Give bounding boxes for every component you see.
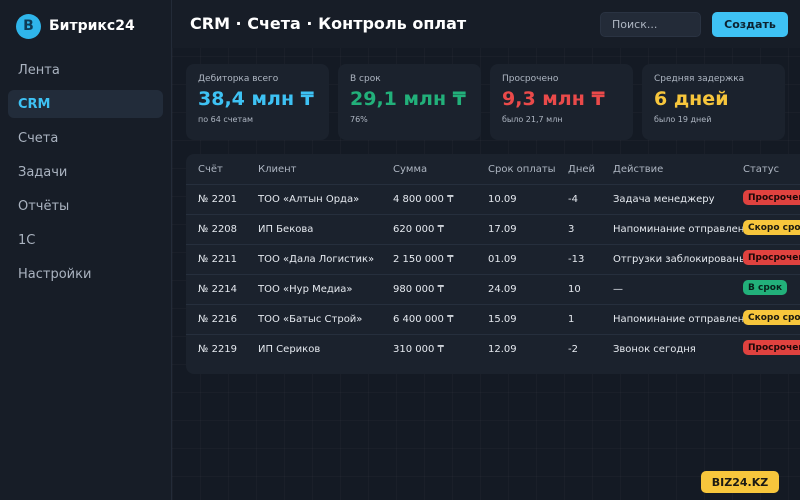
kpi-card: В срок 29,1 млн ₸ 76% [338, 64, 481, 140]
kpi-value: 29,1 млн ₸ [350, 88, 466, 110]
sidebar-item[interactable]: Лента [8, 56, 163, 84]
kpi-label: В срок [350, 74, 381, 84]
kpi-subtext: было 21,7 млн [502, 115, 563, 124]
cell-amount: 980 000 ₸ [393, 284, 444, 295]
cell-invoice: № 2216 [198, 314, 238, 325]
sidebar: B Битрикс24 Лента CRM Счета Задачи Отчёты 1С Н… [0, 0, 172, 500]
cell-due: 01.09 [488, 254, 517, 265]
cell-days: 10 [568, 284, 581, 295]
table-row[interactable]: № 2211 ТОО «Дала Логистик» 2 150 000 ₸ 01.0… [186, 244, 800, 274]
table-row[interactable]: № 2216 ТОО «Батыс Строй» 6 400 000 ₸ 15.09 1… [186, 304, 800, 334]
kpi-subtext: было 19 дней [654, 115, 712, 124]
cell-due: 10.09 [488, 194, 517, 205]
cell-action: Напоминание отправлено [613, 224, 743, 235]
column-header: Клиент [258, 164, 297, 175]
sidebar-item-label: Счета [18, 130, 59, 146]
cell-amount: 2 150 000 ₸ [393, 254, 454, 265]
cell-amount: 310 000 ₸ [393, 344, 444, 355]
cell-invoice: № 2219 [198, 344, 238, 355]
page-title: CRM · Счета · Контроль оплат [190, 14, 467, 33]
column-header: Дней [568, 164, 596, 175]
sidebar-item[interactable]: Отчёты [8, 192, 163, 220]
kpi-label: Средняя задержка [654, 74, 745, 84]
status-badge: Просрочен [743, 250, 800, 265]
cell-invoice: № 2211 [198, 254, 238, 265]
cell-days: -2 [568, 344, 578, 355]
sidebar-item[interactable]: CRM [8, 90, 163, 118]
sidebar-item[interactable]: Настройки [8, 260, 163, 288]
table-row[interactable]: № 2219 ИП Сериков 310 000 ₸ 12.09 -2 Звонок с… [186, 334, 800, 364]
sidebar-item-label: Отчёты [18, 198, 70, 214]
cell-action: Отгрузки заблокированы [613, 254, 743, 265]
cell-due: 17.09 [488, 224, 517, 235]
kpi-card: Просрочено 9,3 млн ₸ было 21,7 млн [490, 64, 633, 140]
cell-days: -4 [568, 194, 578, 205]
cell-days: -13 [568, 254, 585, 265]
cell-days: 1 [568, 314, 575, 325]
kpi-label: Просрочено [502, 74, 559, 84]
kpi-subtext: 76% [350, 115, 368, 124]
column-header: Срок оплаты [488, 164, 556, 175]
kpi-card: Средняя задержка 6 дней было 19 дней [642, 64, 785, 140]
status-badge: Скоро срок [743, 220, 800, 235]
cell-client: ТОО «Алтын Орда» [258, 194, 360, 205]
sidebar-item-label: CRM [18, 96, 51, 112]
cell-invoice: № 2201 [198, 194, 238, 205]
sidebar-nav: Лента CRM Счета Задачи Отчёты 1С Настройки [8, 56, 163, 294]
create-button[interactable]: Создать [712, 12, 788, 37]
cell-client: ИП Бекова [258, 224, 314, 235]
table-row[interactable]: № 2208 ИП Бекова 620 000 ₸ 17.09 3 Напоминани… [186, 214, 800, 244]
invoices-table: Счёт Клиент Сумма Срок оплаты Дней Действие Ст… [186, 154, 800, 374]
bitrix-logo-icon: B [16, 13, 41, 39]
kpi-value: 6 дней [654, 88, 729, 110]
column-header: Сумма [393, 164, 428, 175]
sidebar-item-label: Задачи [18, 164, 68, 180]
app-logo[interactable]: B Битрикс24 [16, 13, 135, 39]
brand-badge: BIZ24.KZ [701, 471, 779, 493]
cell-amount: 4 800 000 ₸ [393, 194, 454, 205]
sidebar-item-label: 1С [18, 232, 36, 248]
kpi-card: Дебиторка всего 38,4 млн ₸ по 64 счетам [186, 64, 329, 140]
status-badge: Просрочен [743, 340, 800, 355]
cell-due: 24.09 [488, 284, 517, 295]
sidebar-item-label: Лента [18, 62, 60, 78]
kpi-label: Дебиторка всего [198, 74, 279, 84]
cell-action: Звонок сегодня [613, 344, 696, 355]
cell-action: Напоминание отправлено [613, 314, 743, 325]
kpi-subtext: по 64 счетам [198, 115, 254, 124]
status-badge: В срок [743, 280, 788, 295]
cell-action: — [613, 284, 623, 295]
table-row[interactable]: № 2201 ТОО «Алтын Орда» 4 800 000 ₸ 10.09 -4… [186, 184, 800, 214]
app-name: Битрикс24 [49, 18, 135, 34]
status-badge: Скоро срок [743, 310, 800, 325]
kpi-value: 9,3 млн ₸ [502, 88, 605, 110]
cell-client: ТОО «Батыс Строй» [258, 314, 363, 325]
search-input[interactable] [600, 12, 701, 37]
cell-amount: 6 400 000 ₸ [393, 314, 454, 325]
sidebar-item[interactable]: Задачи [8, 158, 163, 186]
cell-client: ТОО «Нур Медиа» [258, 284, 353, 295]
cell-due: 12.09 [488, 344, 517, 355]
sidebar-item-label: Настройки [18, 266, 92, 282]
column-header: Действие [613, 164, 664, 175]
cell-client: ИП Сериков [258, 344, 321, 355]
cell-invoice: № 2214 [198, 284, 238, 295]
cell-days: 3 [568, 224, 575, 235]
status-badge: Просрочен [743, 190, 800, 205]
kpi-value: 38,4 млн ₸ [198, 88, 314, 110]
cell-amount: 620 000 ₸ [393, 224, 444, 235]
cell-client: ТОО «Дала Логистик» [258, 254, 375, 265]
column-header: Статус [743, 164, 780, 175]
sidebar-item[interactable]: Счета [8, 124, 163, 152]
sidebar-item[interactable]: 1С [8, 226, 163, 254]
cell-due: 15.09 [488, 314, 517, 325]
column-header: Счёт [198, 164, 223, 175]
cell-invoice: № 2208 [198, 224, 238, 235]
cell-action: Задача менеджеру [613, 194, 715, 205]
table-row[interactable]: № 2214 ТОО «Нур Медиа» 980 000 ₸ 24.09 10 — В … [186, 274, 800, 304]
